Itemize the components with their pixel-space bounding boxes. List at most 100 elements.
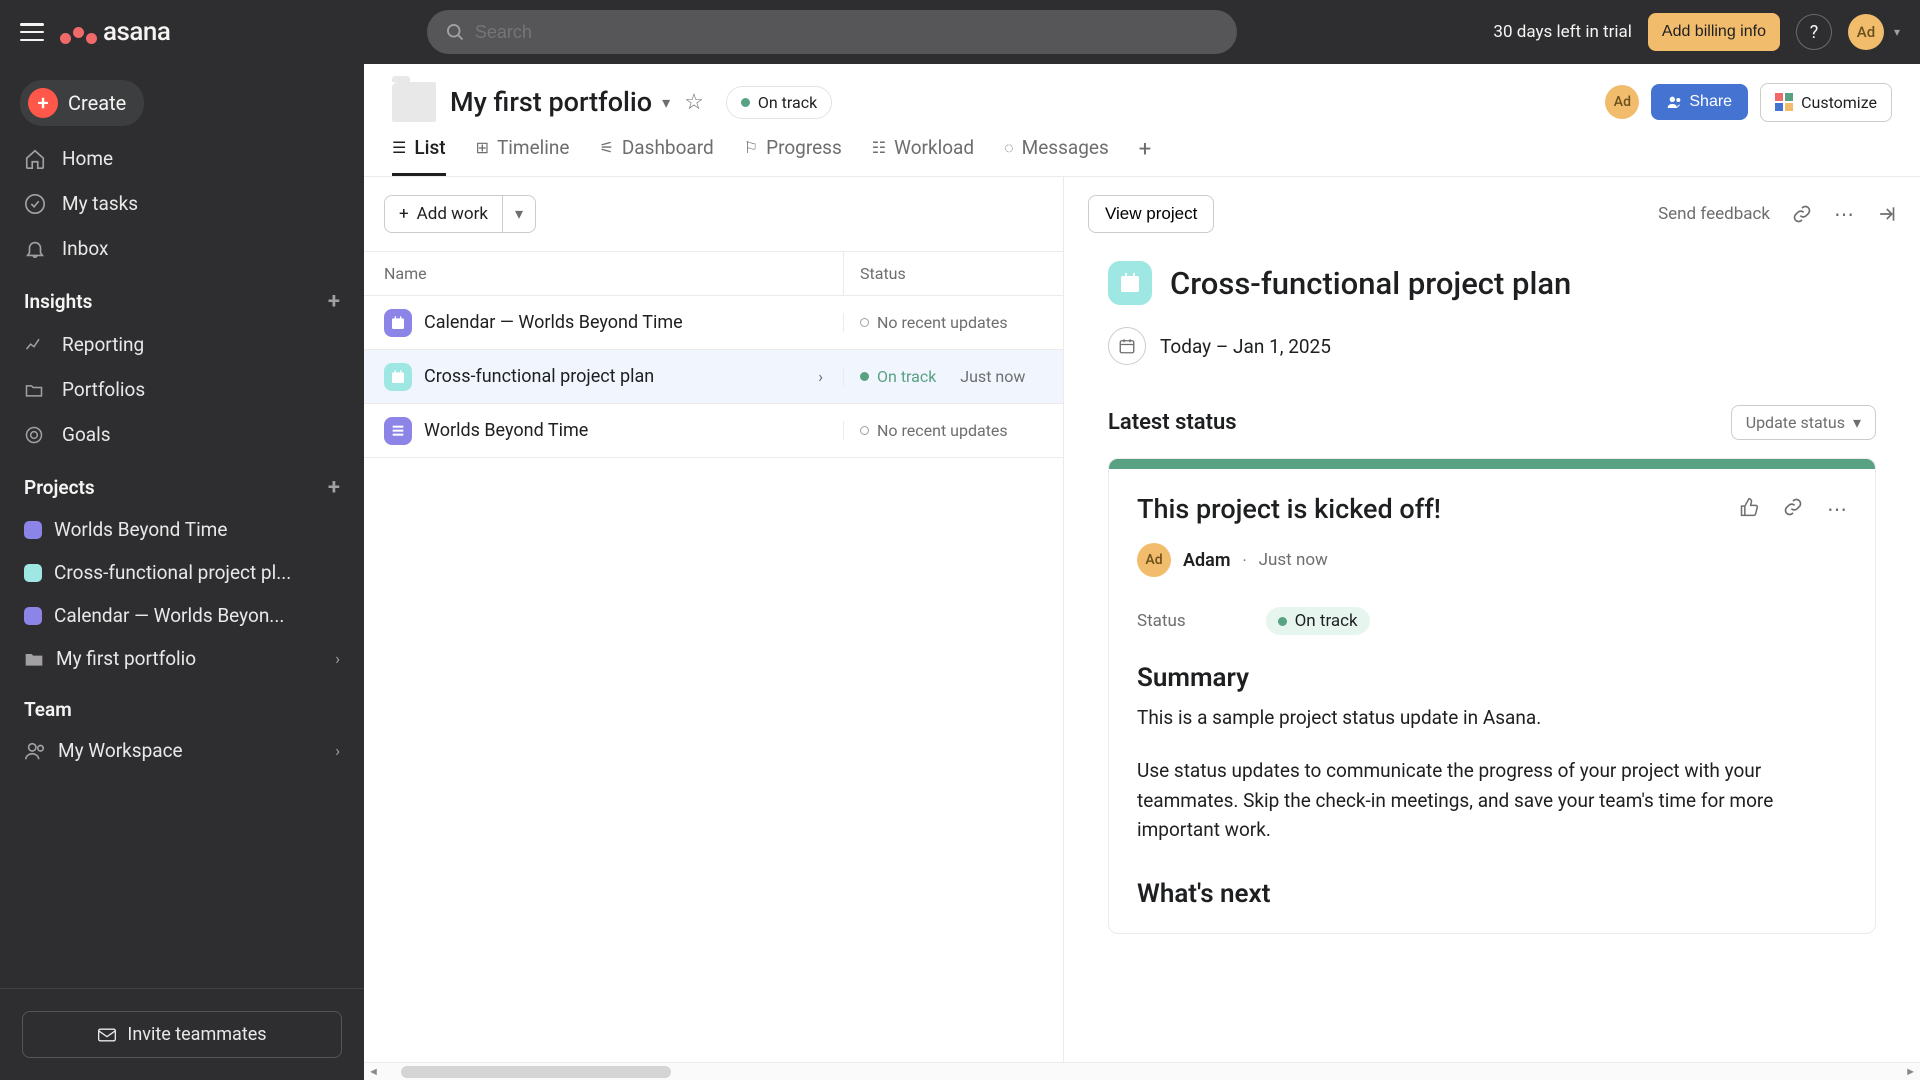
author-avatar[interactable]: Ad xyxy=(1137,543,1171,577)
project-row-0[interactable]: Calendar — Worlds Beyond Time No recent … xyxy=(364,296,1063,350)
chevron-right-icon: › xyxy=(818,367,823,386)
share-button[interactable]: Share xyxy=(1651,84,1748,120)
team-header: Team xyxy=(24,698,72,721)
status-card: This project is kicked off! ⋯ Ad Adam xyxy=(1108,458,1876,934)
tab-timeline[interactable]: ⊞Timeline xyxy=(476,136,570,176)
add-insight-button[interactable]: + xyxy=(328,289,340,314)
member-avatar[interactable]: Ad xyxy=(1605,85,1639,119)
chevron-right-icon: › xyxy=(335,649,340,668)
status-dot-icon xyxy=(741,98,750,107)
folder-icon xyxy=(24,650,44,668)
bell-icon xyxy=(24,238,48,260)
project-icon xyxy=(384,309,412,337)
status-label: Status xyxy=(1137,611,1186,631)
search-icon xyxy=(445,22,465,42)
list-icon: ☰ xyxy=(392,138,406,157)
menu-toggle[interactable] xyxy=(20,23,44,41)
portfolio-menu-caret[interactable]: ▾ xyxy=(662,93,670,112)
send-feedback-link[interactable]: Send feedback xyxy=(1658,204,1770,224)
add-billing-button[interactable]: Add billing info xyxy=(1648,13,1780,51)
add-project-button[interactable]: + xyxy=(328,475,340,500)
date-range[interactable]: Today – Jan 1, 2025 xyxy=(1160,335,1331,358)
timeline-icon: ⊞ xyxy=(476,138,489,157)
close-panel-icon[interactable] xyxy=(1876,204,1896,224)
summary-text-1: This is a sample project status update i… xyxy=(1137,703,1847,732)
summary-header: Summary xyxy=(1137,663,1847,693)
portfolio-icon xyxy=(392,82,436,122)
profile-caret-icon[interactable]: ▾ xyxy=(1894,25,1900,39)
sidebar-project-1[interactable]: Cross-functional project pl... xyxy=(0,551,364,594)
insights-header: Insights xyxy=(24,290,92,313)
team-icon xyxy=(24,740,46,762)
view-project-button[interactable]: View project xyxy=(1088,195,1214,233)
latest-status-header: Latest status xyxy=(1108,410,1237,435)
copy-link-icon[interactable] xyxy=(1783,497,1803,521)
nav-home[interactable]: Home xyxy=(0,136,364,181)
people-icon xyxy=(1667,95,1683,109)
mail-icon xyxy=(97,1027,117,1043)
tab-progress[interactable]: ⚐Progress xyxy=(744,136,842,176)
author-time: Just now xyxy=(1259,550,1328,570)
trial-text: 30 days left in trial xyxy=(1493,22,1631,42)
nav-mytasks[interactable]: My tasks xyxy=(0,181,364,226)
dashboard-icon: ⚟ xyxy=(599,138,613,157)
star-button[interactable]: ☆ xyxy=(684,90,704,115)
portfolio-title[interactable]: My first portfolio xyxy=(450,86,652,118)
nav-portfolios[interactable]: Portfolios xyxy=(0,367,364,412)
search-input[interactable] xyxy=(475,22,1219,43)
tab-messages[interactable]: ◌Messages xyxy=(1004,136,1109,176)
nav-reporting[interactable]: Reporting xyxy=(0,322,364,367)
add-work-button[interactable]: +Add work ▾ xyxy=(384,195,536,233)
project-row-1[interactable]: Cross-functional project plan › On track… xyxy=(364,350,1063,404)
plus-icon: + xyxy=(28,88,58,118)
project-row-2[interactable]: Worlds Beyond Time No recent updates xyxy=(364,404,1063,458)
help-button[interactable]: ? xyxy=(1796,14,1832,50)
tab-list[interactable]: ☰List xyxy=(392,136,446,176)
copy-link-icon[interactable] xyxy=(1792,204,1812,224)
like-icon[interactable] xyxy=(1739,497,1759,521)
status-dot-icon xyxy=(860,318,869,327)
plus-icon: + xyxy=(399,204,409,224)
tab-workload[interactable]: ☷Workload xyxy=(872,136,974,176)
check-circle-icon xyxy=(24,193,48,215)
whats-next-header: What's next xyxy=(1137,879,1847,909)
projects-header: Projects xyxy=(24,476,95,499)
profile-avatar[interactable]: Ad xyxy=(1848,14,1884,50)
chevron-down-icon: ▾ xyxy=(1853,413,1861,432)
sidebar-project-0[interactable]: Worlds Beyond Time xyxy=(0,508,364,551)
sidebar-team-workspace[interactable]: My Workspace› xyxy=(0,729,364,772)
customize-button[interactable]: Customize xyxy=(1760,83,1892,122)
column-name-header[interactable]: Name xyxy=(364,252,843,295)
home-icon xyxy=(24,148,48,170)
update-status-button[interactable]: Update status▾ xyxy=(1731,405,1876,440)
column-status-header[interactable]: Status xyxy=(843,252,1063,295)
search-bar[interactable] xyxy=(427,10,1237,54)
status-dot-icon xyxy=(860,426,869,435)
logo[interactable]: asana xyxy=(60,17,170,47)
invite-teammates-button[interactable]: Invite teammates xyxy=(22,1011,342,1058)
portfolio-status-pill[interactable]: On track xyxy=(726,86,832,119)
project-icon xyxy=(384,363,412,391)
project-icon xyxy=(1108,261,1152,305)
create-button[interactable]: + Create xyxy=(20,80,144,126)
message-icon: ◌ xyxy=(1004,138,1014,158)
more-icon[interactable]: ⋯ xyxy=(1827,497,1847,521)
add-tab-button[interactable]: + xyxy=(1139,137,1151,176)
sidebar-project-3[interactable]: My first portfolio› xyxy=(0,637,364,680)
status-badge: On track xyxy=(1266,607,1370,635)
progress-icon: ⚐ xyxy=(744,138,758,157)
goal-icon xyxy=(24,425,48,445)
nav-inbox[interactable]: Inbox xyxy=(0,226,364,271)
chart-icon xyxy=(24,335,48,355)
author-name[interactable]: Adam xyxy=(1183,550,1230,571)
nav-goals[interactable]: Goals xyxy=(0,412,364,457)
calendar-icon[interactable] xyxy=(1108,327,1146,365)
tab-dashboard[interactable]: ⚟Dashboard xyxy=(599,136,713,176)
sidebar-project-2[interactable]: Calendar — Worlds Beyon... xyxy=(0,594,364,637)
add-work-dropdown[interactable]: ▾ xyxy=(503,196,535,232)
folder-icon xyxy=(24,380,48,400)
workload-icon: ☷ xyxy=(872,138,886,157)
more-icon[interactable]: ⋯ xyxy=(1834,202,1854,226)
status-card-title[interactable]: This project is kicked off! xyxy=(1137,493,1739,525)
detail-title[interactable]: Cross-functional project plan xyxy=(1170,265,1571,302)
